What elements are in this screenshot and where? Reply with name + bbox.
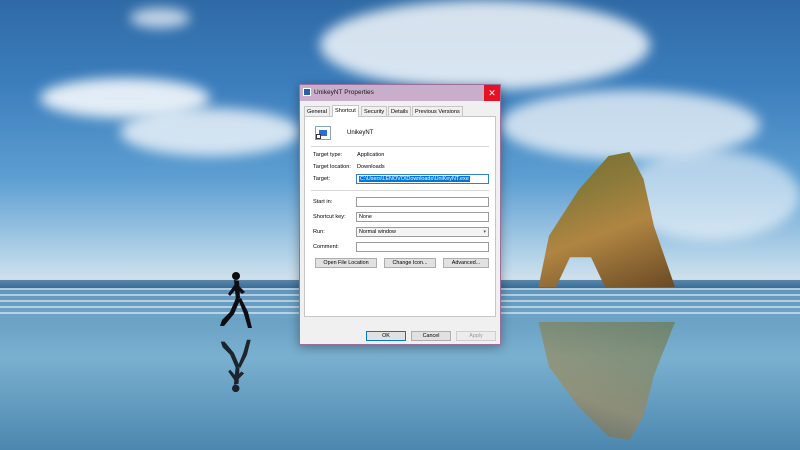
target-label: Target: [313,176,331,182]
target-input[interactable]: C:\Users\LENOVO\Downloads\UniKeyNT.exe [356,174,489,184]
tab-previous-versions[interactable]: Previous Versions [412,106,463,116]
target-type-value: Application [357,152,385,158]
tab-details[interactable]: Details [388,106,412,116]
tab-general[interactable]: General [304,106,330,116]
target-type-label: Target type: [313,152,343,158]
start-in-label: Start in: [313,199,333,205]
comment-label: Comment: [313,244,339,250]
run-label: Run: [313,229,325,235]
cancel-button[interactable]: Cancel [411,331,451,341]
run-select[interactable]: Normal window ▾ [356,227,489,237]
chevron-down-icon: ▾ [483,229,486,235]
target-location-value: Downloads [357,164,385,170]
comment-input[interactable] [356,242,489,252]
divider [311,190,489,191]
open-file-location-button[interactable]: Open File Location [315,258,377,268]
title-bar[interactable]: UnikeyNT Properties ✕ [300,85,500,101]
cloud [130,8,190,28]
runner-silhouette [220,272,252,328]
target-value: C:\Users\LENOVO\Downloads\UniKeyNT.exe [359,176,470,182]
properties-dialog: UnikeyNT Properties ✕ General Shortcut S… [299,84,501,345]
tab-shortcut[interactable]: Shortcut [332,105,359,117]
app-name: UnikeyNT [347,130,374,136]
divider [311,146,489,147]
start-in-input[interactable] [356,197,489,207]
runner-reflection [220,339,251,393]
apply-button[interactable]: Apply [456,331,496,341]
close-button[interactable]: ✕ [484,85,500,101]
target-location-label: Target location: [313,164,351,170]
shortcut-key-input[interactable]: None [356,212,489,222]
shortcut-app-icon [303,88,311,96]
shortcut-key-label: Shortcut key: [313,214,346,220]
tab-security[interactable]: Security [361,106,388,116]
cloud [320,0,650,90]
advanced-button[interactable]: Advanced... [443,258,489,268]
change-icon-button[interactable]: Change Icon... [384,258,436,268]
cloud [120,108,300,156]
shortcut-panel: UnikeyNT Target type: Application Target… [304,116,496,317]
shortcut-app-icon [315,126,331,140]
ok-button[interactable]: OK [366,331,406,341]
run-select-value: Normal window [359,229,396,235]
dialog-title: UnikeyNT Properties [314,89,374,96]
